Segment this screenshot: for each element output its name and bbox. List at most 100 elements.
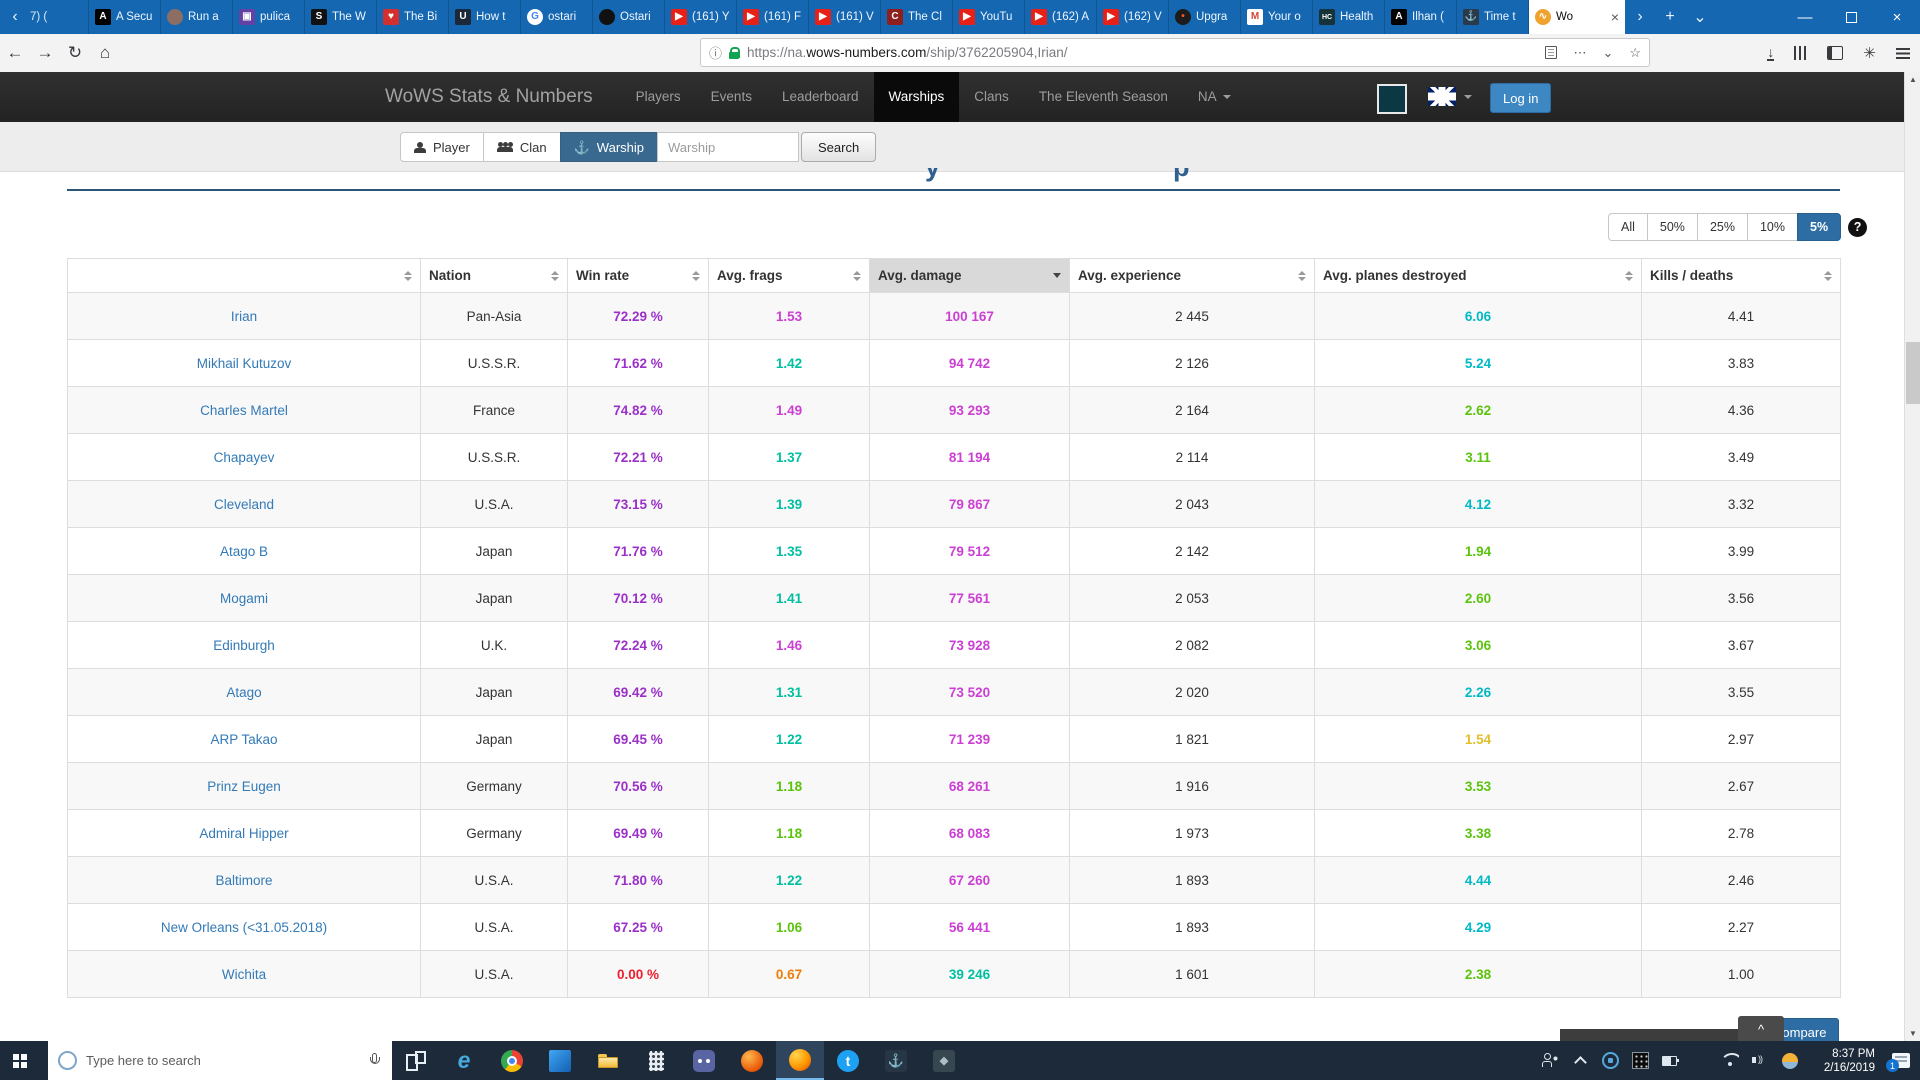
new-tab-button[interactable]: + xyxy=(1655,0,1685,34)
site-info-icon[interactable]: ⓘ xyxy=(709,43,722,62)
wows-game-button[interactable]: ⚓ xyxy=(872,1041,920,1080)
bluetooth-icon[interactable] xyxy=(1602,1052,1619,1069)
reload-button[interactable]: ↻ xyxy=(60,43,90,63)
tab[interactable]: UHow t xyxy=(449,0,521,34)
firefox-button[interactable] xyxy=(776,1041,824,1080)
weather-icon[interactable] xyxy=(1782,1053,1798,1069)
start-button[interactable] xyxy=(0,1041,48,1080)
scrollbar-thumb[interactable] xyxy=(1906,342,1920,404)
menu-icon[interactable] xyxy=(1896,48,1910,59)
tab[interactable]: ▶(161) F xyxy=(737,0,809,34)
tab[interactable]: Ostari xyxy=(593,0,665,34)
filter-button-50pct[interactable]: 50% xyxy=(1647,213,1698,241)
ship-link[interactable]: Atago xyxy=(226,685,261,700)
theme-toggle[interactable] xyxy=(1377,84,1407,114)
filter-button-25pct[interactable]: 25% xyxy=(1697,213,1748,241)
filter-button-5pct[interactable]: 5% xyxy=(1797,213,1841,241)
ship-link[interactable]: Chapayev xyxy=(214,450,275,465)
tab[interactable]: ▶YouTu xyxy=(953,0,1025,34)
ship-link[interactable]: Edinburgh xyxy=(213,638,275,653)
tab[interactable]: AA Secu xyxy=(89,0,161,34)
app-grid-icon[interactable] xyxy=(1632,1052,1649,1069)
partial-tab[interactable]: 7) ( xyxy=(30,0,89,34)
ship-link[interactable]: ARP Takao xyxy=(210,732,277,747)
pocket-icon[interactable]: ⌄ xyxy=(1602,45,1613,61)
col-header-avg-planes-destroyed[interactable]: Avg. planes destroyed xyxy=(1315,259,1642,293)
sidebar-icon[interactable] xyxy=(1827,46,1843,60)
action-center-icon[interactable]: 1 xyxy=(1892,1053,1910,1068)
battery-icon[interactable] xyxy=(1662,1052,1679,1069)
edge-button[interactable]: e xyxy=(440,1041,488,1080)
bookmark-star-icon[interactable]: ☆ xyxy=(1629,45,1641,61)
nav-link-na[interactable]: NA xyxy=(1183,72,1246,122)
tab[interactable]: SThe W xyxy=(305,0,377,34)
onedrive-icon[interactable] xyxy=(1692,1052,1709,1069)
tab-scroll-right-icon[interactable]: › xyxy=(1625,0,1655,34)
ship-link[interactable]: Wichita xyxy=(222,967,266,982)
filter-button-all[interactable]: All xyxy=(1608,213,1648,241)
chevron-up-icon[interactable] xyxy=(1572,1052,1589,1069)
col-header-win-rate[interactable]: Win rate xyxy=(568,259,709,293)
scrollbar-down-icon[interactable]: ▼ xyxy=(1905,1026,1920,1041)
tab-list-dropdown-icon[interactable]: ⌄ xyxy=(1685,0,1715,34)
tab[interactable]: •Upgra xyxy=(1169,0,1241,34)
downloads-icon[interactable]: ↓ xyxy=(1767,46,1774,61)
chrome-button[interactable] xyxy=(488,1041,536,1080)
tab[interactable]: ▶(161) Y xyxy=(665,0,737,34)
tab[interactable]: ▶(162) V xyxy=(1097,0,1169,34)
filters-help-icon[interactable]: ? xyxy=(1848,218,1867,237)
col-header-avg-damage[interactable]: Avg. damage xyxy=(870,259,1070,293)
ship-link[interactable]: Admiral Hipper xyxy=(199,826,288,841)
tab[interactable]: MYour o xyxy=(1241,0,1313,34)
scrollbar-up-icon[interactable]: ▲ xyxy=(1905,72,1920,87)
page-scrollbar[interactable]: ▲ ▼ xyxy=(1904,72,1920,1041)
nav-link-events[interactable]: Events xyxy=(696,72,767,122)
home-button[interactable]: ⌂ xyxy=(90,43,120,63)
tab[interactable]: ▶(162) A xyxy=(1025,0,1097,34)
nav-link-warships[interactable]: Warships xyxy=(874,72,960,122)
volume-icon[interactable] xyxy=(1752,1052,1769,1069)
reader-mode-icon[interactable] xyxy=(1545,46,1557,59)
col-header-avg-frags[interactable]: Avg. frags xyxy=(709,259,870,293)
tab[interactable]: Run a xyxy=(161,0,233,34)
nav-link-leaderboard[interactable]: Leaderboard xyxy=(767,72,874,122)
col-header-kills-deaths[interactable]: Kills / deaths xyxy=(1642,259,1841,293)
search-tab-warship[interactable]: ⚓Warship xyxy=(560,132,658,162)
window-close-button[interactable]: × xyxy=(1874,0,1920,34)
calculator-button[interactable] xyxy=(632,1041,680,1080)
tab-close-icon[interactable]: × xyxy=(1611,9,1619,25)
extension-icon[interactable]: ✳ xyxy=(1863,44,1876,62)
tab[interactable]: ⚓Time t xyxy=(1457,0,1529,34)
tab-active[interactable]: ∿Wo× xyxy=(1529,0,1625,34)
game-center-button[interactable]: ◆ xyxy=(920,1041,968,1080)
twitter-button[interactable]: t xyxy=(824,1041,872,1080)
forward-button[interactable]: → xyxy=(30,43,60,63)
warship-search-input[interactable] xyxy=(657,132,799,162)
search-tab-player[interactable]: Player xyxy=(400,132,484,162)
ship-link[interactable]: New Orleans (<31.05.2018) xyxy=(161,920,327,935)
site-logo[interactable]: WoWS Stats & Numbers xyxy=(385,86,593,108)
wifi-icon[interactable] xyxy=(1722,1052,1739,1069)
tab[interactable]: ▣pulica xyxy=(233,0,305,34)
tab[interactable]: ♥The Bi xyxy=(377,0,449,34)
col-header-avg-experience[interactable]: Avg. experience xyxy=(1070,259,1315,293)
taskbar-clock[interactable]: 8:37 PM 2/16/2019 xyxy=(1811,1047,1875,1075)
tab-scroll-left-icon[interactable]: ‹ xyxy=(0,0,30,34)
ship-link[interactable]: Atago B xyxy=(220,544,268,559)
ship-link[interactable]: Cleveland xyxy=(214,497,274,512)
nav-link-clans[interactable]: Clans xyxy=(959,72,1024,122)
window-restore-button[interactable] xyxy=(1828,0,1874,34)
ship-link[interactable]: Charles Martel xyxy=(200,403,288,418)
app-orange-button[interactable] xyxy=(728,1041,776,1080)
library-icon[interactable] xyxy=(1794,46,1807,60)
ship-link[interactable]: Prinz Eugen xyxy=(207,779,281,794)
login-button[interactable]: Log in xyxy=(1490,83,1551,113)
file-explorer-button[interactable] xyxy=(584,1041,632,1080)
filter-button-10pct[interactable]: 10% xyxy=(1747,213,1798,241)
window-minimize-button[interactable]: — xyxy=(1782,0,1828,34)
tab[interactable]: AIlhan ( xyxy=(1385,0,1457,34)
tab[interactable]: HCHealth xyxy=(1313,0,1385,34)
back-button[interactable]: ← xyxy=(0,43,30,63)
col-header-ship[interactable] xyxy=(68,259,421,293)
task-view-button[interactable] xyxy=(392,1041,440,1080)
